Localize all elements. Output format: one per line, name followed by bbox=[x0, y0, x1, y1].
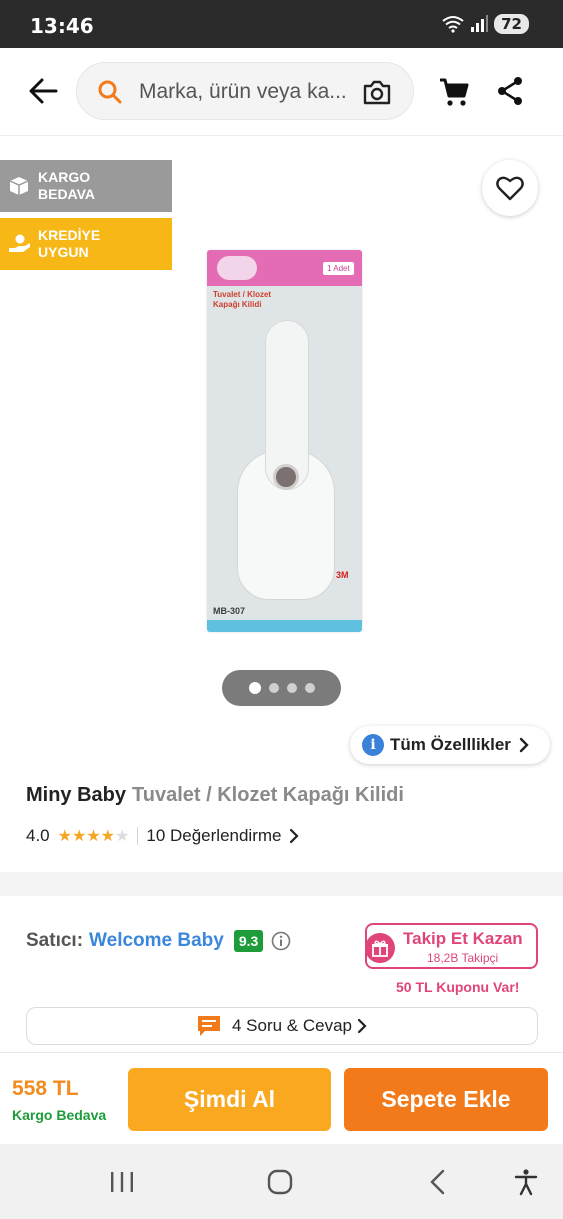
qa-label: 4 Soru & Cevap bbox=[231, 1016, 352, 1035]
share-icon[interactable] bbox=[496, 76, 524, 106]
box-icon bbox=[9, 177, 29, 195]
status-time: 13:46 bbox=[30, 14, 94, 38]
star-empty-icon: ★ bbox=[115, 828, 130, 845]
product-title: Tuvalet / Klozet Kapağı Kilidi bbox=[132, 784, 404, 806]
star-icon: ★ bbox=[57, 828, 72, 845]
seller-score-badge: 9.3 bbox=[233, 930, 264, 952]
coupon-text: 50 TL Kuponu Var! bbox=[396, 979, 520, 995]
pagination-dot[interactable] bbox=[268, 683, 279, 693]
free-shipping-label: Kargo Bedava bbox=[12, 1107, 107, 1123]
hand-money-icon bbox=[9, 234, 30, 252]
package-title: Tuvalet / Klozet Kapağı Kilidi bbox=[213, 290, 272, 309]
seller-label: Satıcı: bbox=[26, 930, 84, 951]
product-gallery[interactable]: KARGO BEDAVA KREDİYE UYGUN 1 Adet Tuvale… bbox=[0, 136, 563, 876]
pagination-dot[interactable] bbox=[304, 683, 315, 693]
chevron-right-icon bbox=[289, 828, 299, 844]
pagination-dot[interactable] bbox=[286, 683, 297, 693]
product-brand[interactable]: Miny Baby bbox=[26, 784, 126, 806]
package-quantity: 1 Adet bbox=[323, 262, 354, 275]
seller-name[interactable]: Welcome Baby bbox=[89, 930, 224, 952]
package-footer bbox=[207, 620, 362, 632]
star-icon: ★ bbox=[71, 828, 87, 845]
system-nav-bar bbox=[0, 1144, 563, 1219]
product-name: Miny Baby Tuvalet / Klozet Kapağı Kilidi bbox=[26, 784, 404, 807]
all-features-button[interactable]: i Tüm Özelllikler bbox=[350, 726, 550, 764]
add-to-cart-button[interactable]: Sepete Ekle bbox=[344, 1068, 548, 1131]
camera-icon[interactable] bbox=[361, 77, 393, 107]
accessibility-icon[interactable] bbox=[512, 1168, 540, 1196]
free-cargo-label: KARGO BEDAVA bbox=[38, 169, 96, 202]
package-header: 1 Adet bbox=[207, 250, 362, 286]
star-icon: ★ bbox=[86, 828, 101, 845]
cart-icon[interactable] bbox=[438, 76, 470, 108]
back-icon[interactable] bbox=[426, 1168, 450, 1196]
back-arrow-icon[interactable] bbox=[26, 74, 60, 108]
rating-row[interactable]: 4.0 ★★★★★ 10 Değerlendirme bbox=[26, 826, 300, 846]
product-image[interactable]: 1 Adet Tuvalet / Klozet Kapağı Kilidi 3M… bbox=[207, 250, 362, 632]
rating-divider bbox=[137, 827, 139, 845]
section-divider bbox=[0, 872, 563, 896]
info-icon: i bbox=[362, 734, 384, 756]
recent-apps-icon[interactable] bbox=[108, 1168, 136, 1196]
chevron-right-icon bbox=[519, 737, 529, 753]
seller-row: Satıcı: Welcome Baby 9.3 bbox=[26, 930, 291, 952]
wifi-icon bbox=[442, 16, 464, 33]
free-cargo-badge: KARGO BEDAVA bbox=[0, 160, 172, 212]
rating-value: 4.0 bbox=[26, 826, 50, 845]
follow-earn-title: Takip Et Kazan bbox=[403, 929, 523, 948]
battery-icon: 72 bbox=[494, 14, 529, 34]
search-placeholder: Marka, ürün veya ka... bbox=[139, 80, 347, 103]
follow-earn-button[interactable]: Takip Et Kazan 18,2B Takipçi bbox=[365, 923, 538, 969]
brand-mark-3m: 3M bbox=[336, 570, 349, 580]
status-icons: 72 bbox=[442, 14, 529, 34]
product-code: MB-307 bbox=[213, 606, 246, 616]
home-icon[interactable] bbox=[266, 1168, 294, 1196]
brand-logo bbox=[217, 256, 257, 280]
chevron-right-icon bbox=[357, 1018, 367, 1034]
gift-icon bbox=[365, 933, 395, 963]
review-link[interactable]: 10 Değerlendirme bbox=[146, 826, 281, 846]
bottom-action-bar: 558 TL Kargo Bedava Şimdi Al Sepete Ekle bbox=[0, 1052, 563, 1144]
credit-label: KREDİYE UYGUN bbox=[38, 227, 101, 260]
rating-stars: ★★★★★ bbox=[58, 826, 130, 846]
heart-icon bbox=[496, 176, 524, 201]
info-outline-icon[interactable] bbox=[271, 931, 291, 951]
qa-button[interactable]: 4 Soru & Cevap bbox=[26, 1007, 538, 1045]
status-bar: 13:46 72 bbox=[0, 0, 563, 48]
favorite-button[interactable] bbox=[482, 160, 538, 216]
lock-knob bbox=[273, 464, 299, 490]
price: 558 TL bbox=[12, 1077, 79, 1100]
all-features-label: Tüm Özelllikler bbox=[390, 735, 511, 754]
gallery-pagination[interactable] bbox=[222, 670, 341, 706]
pagination-dot-active[interactable] bbox=[248, 682, 261, 694]
buy-now-button[interactable]: Şimdi Al bbox=[128, 1068, 331, 1131]
search-icon bbox=[98, 80, 122, 104]
follower-count: 18,2B Takipçi bbox=[427, 951, 499, 965]
search-input[interactable]: Marka, ürün veya ka... bbox=[76, 62, 414, 120]
signal-icon bbox=[471, 15, 489, 32]
star-icon: ★ bbox=[100, 828, 116, 845]
credit-badge: KREDİYE UYGUN bbox=[0, 218, 172, 270]
chat-bubble-icon bbox=[197, 1016, 220, 1036]
search-header: Marka, ürün veya ka... bbox=[0, 48, 563, 136]
